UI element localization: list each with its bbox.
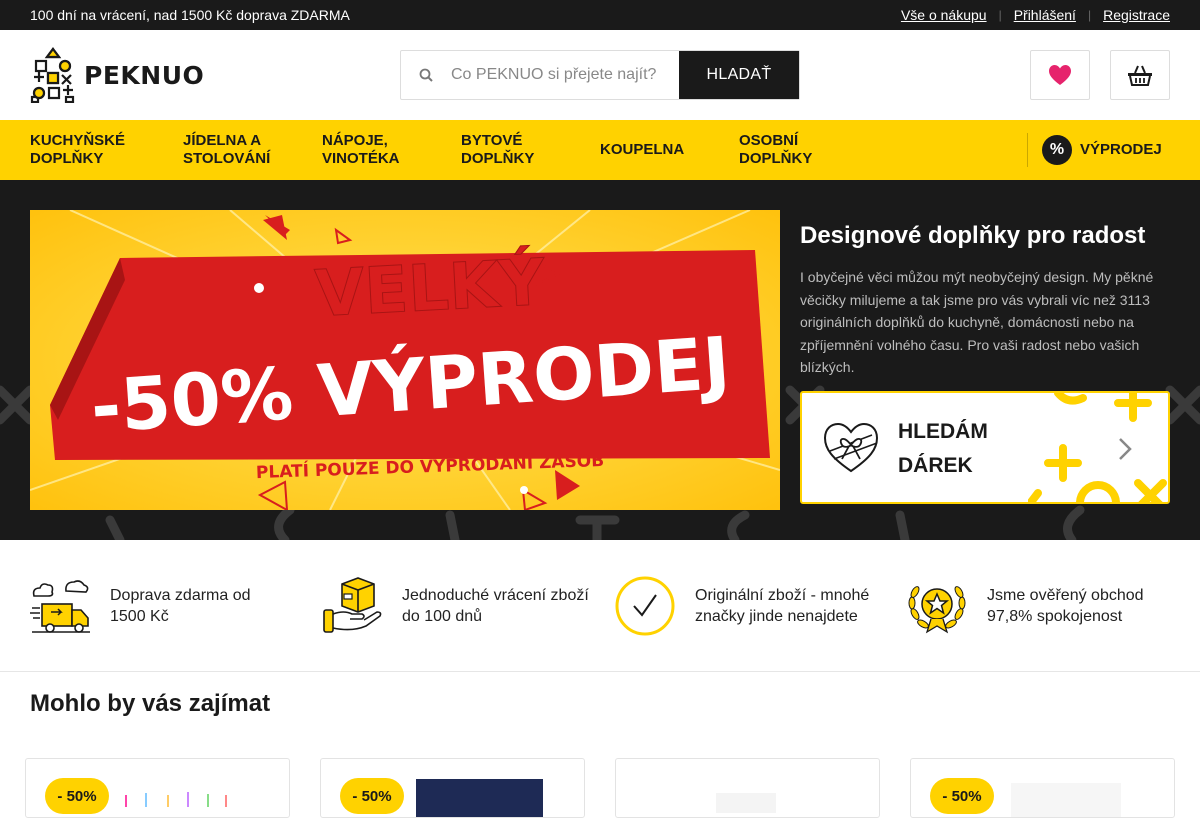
nav-item-label: DOPLŇKY xyxy=(739,150,813,167)
discount-badge: - 50% xyxy=(340,778,404,814)
search-box: HLADAŤ xyxy=(400,50,800,100)
link-register[interactable]: Registrace xyxy=(1103,7,1170,23)
feature-line: Jednoduché vrácení zboží xyxy=(402,587,589,604)
nav-item-label: DOPLŇKY xyxy=(30,150,104,167)
feature-line: Originální zboží - mnohé xyxy=(695,587,870,604)
nav-item-home[interactable]: BYTOVÉ DOPLŇKY xyxy=(461,132,534,168)
product-image xyxy=(716,793,776,813)
chevron-right-icon xyxy=(1119,438,1132,460)
product-card[interactable]: - 50% xyxy=(910,758,1175,818)
banner-line1: VELKÝ xyxy=(313,244,547,332)
discount-badge: - 50% xyxy=(45,778,109,814)
nav-item-label: KUCHYŇSKÉ xyxy=(30,132,126,149)
cart-button[interactable] xyxy=(1110,50,1170,100)
nav-item-personal[interactable]: OSOBNÍ DOPLŇKY xyxy=(739,132,812,168)
separator: | xyxy=(1087,8,1092,22)
search-button[interactable]: HLADAŤ xyxy=(679,51,799,99)
nav-item-label: DOPLŇKY xyxy=(461,150,535,167)
percent-icon: % xyxy=(1042,135,1072,165)
nav-item-label: JÍDELNA A xyxy=(183,132,262,149)
product-image xyxy=(1011,783,1121,817)
header: PEKNUO HLADAŤ xyxy=(0,30,1200,120)
feature-text: Originální zboží - mnohé značky jinde ne… xyxy=(695,585,869,627)
heart-icon xyxy=(1049,65,1071,85)
nav-item-label: KOUPELNA xyxy=(600,141,685,158)
top-bar: 100 dní na vrácení, nad 1500 Kč doprava … xyxy=(0,0,1200,30)
feature-verified: Jsme ověřený obchod 97,8% spokojenost xyxy=(907,576,1144,636)
gift-label-line: DÁREK xyxy=(898,454,973,477)
gift-finder-label: HLEDÁM DÁREK xyxy=(898,415,988,483)
discount-badge: - 50% xyxy=(930,778,994,814)
truck-icon xyxy=(30,580,90,633)
feature-shipping: Doprava zdarma od 1500 Kč xyxy=(30,576,251,636)
feature-line: Jsme ověřený obchod xyxy=(987,587,1144,604)
nav-item-bathroom[interactable]: KOUPELNA xyxy=(600,141,684,159)
feature-line: 97,8% spokojenost xyxy=(987,608,1123,625)
check-circle-icon xyxy=(615,576,675,636)
sale-banner[interactable]: VELKÝ -50% VÝPRODEJ PLATÍ POUZE DO VYPRO… xyxy=(30,210,780,510)
feature-text: Jednoduché vrácení zboží do 100 dnů xyxy=(402,585,589,627)
banner-graphic: VELKÝ -50% VÝPRODEJ PLATÍ POUZE DO VYPRO… xyxy=(30,210,780,510)
nav-item-label: OSOBNÍ xyxy=(739,132,799,149)
feature-line: 1500 Kč xyxy=(110,608,169,625)
feature-text: Doprava zdarma od 1500 Kč xyxy=(110,585,251,627)
product-card[interactable] xyxy=(615,758,880,818)
nav-item-kitchen[interactable]: KUCHYŇSKÉ DOPLŇKY xyxy=(30,132,125,168)
sale-label: VÝPRODEJ xyxy=(1080,141,1162,158)
product-card[interactable]: - 50% xyxy=(25,758,290,818)
hero-title: Designové doplňky pro radost xyxy=(800,222,1146,249)
gift-heart-icon xyxy=(823,422,879,473)
feature-line: do 100 dnů xyxy=(402,608,483,625)
link-shopping-info[interactable]: Vše o nákupu xyxy=(901,7,987,23)
feature-original: Originální zboží - mnohé značky jinde ne… xyxy=(615,576,869,636)
feature-line: značky jinde nenajdete xyxy=(695,608,858,625)
main-nav: KUCHYŇSKÉ DOPLŇKY JÍDELNA A STOLOVÁNÍ NÁ… xyxy=(0,120,1200,180)
product-image xyxy=(116,787,246,807)
logo-text: PEKNUO xyxy=(84,60,205,90)
link-login[interactable]: Přihlášení xyxy=(1014,7,1076,23)
search-input[interactable] xyxy=(451,51,679,99)
feature-text: Jsme ověřený obchod 97,8% spokojenost xyxy=(987,585,1144,627)
nav-item-label: VINOTÉKA xyxy=(322,150,400,167)
decorative-shapes xyxy=(1028,393,1167,502)
gift-label-line: HLEDÁM xyxy=(898,420,988,443)
nav-item-label: STOLOVÁNÍ xyxy=(183,150,271,167)
search-icon xyxy=(401,51,451,99)
product-card[interactable]: - 50% xyxy=(320,758,585,818)
feature-line: Doprava zdarma od xyxy=(110,587,251,604)
box-hand-icon xyxy=(323,577,382,633)
logo[interactable]: PEKNUO xyxy=(30,47,400,103)
wishlist-button[interactable] xyxy=(1030,50,1090,100)
basket-icon xyxy=(1128,65,1152,86)
hero-description: I obyčejné věci můžou mýt neobyčejný des… xyxy=(800,269,1154,375)
hero-intro: Designové doplňky pro radost I obyčejné … xyxy=(800,210,1170,379)
gift-finder-button[interactable]: HLEDÁM DÁREK xyxy=(800,391,1170,504)
top-links: Vše o nákupu | Přihlášení | Registrace xyxy=(901,7,1170,23)
nav-item-drinks[interactable]: NÁPOJE, VINOTÉKA xyxy=(322,132,400,168)
section-title: Mohlo by vás zajímat xyxy=(30,690,271,717)
nav-item-label: BYTOVÉ xyxy=(461,132,523,149)
nav-item-label: NÁPOJE, xyxy=(322,132,388,149)
nav-item-sale[interactable]: % VÝPRODEJ xyxy=(1027,133,1162,167)
nav-item-dining[interactable]: JÍDELNA A STOLOVÁNÍ xyxy=(183,132,270,168)
feature-returns: Jednoduché vrácení zboží do 100 dnů xyxy=(322,576,589,636)
award-star-icon xyxy=(908,586,966,634)
separator: | xyxy=(998,8,1002,22)
promo-text: 100 dní na vrácení, nad 1500 Kč doprava … xyxy=(30,7,350,23)
product-image xyxy=(416,779,543,817)
logo-icon xyxy=(30,47,75,103)
features-strip: Doprava zdarma od 1500 Kč Jednoduché vrá… xyxy=(0,540,1200,672)
